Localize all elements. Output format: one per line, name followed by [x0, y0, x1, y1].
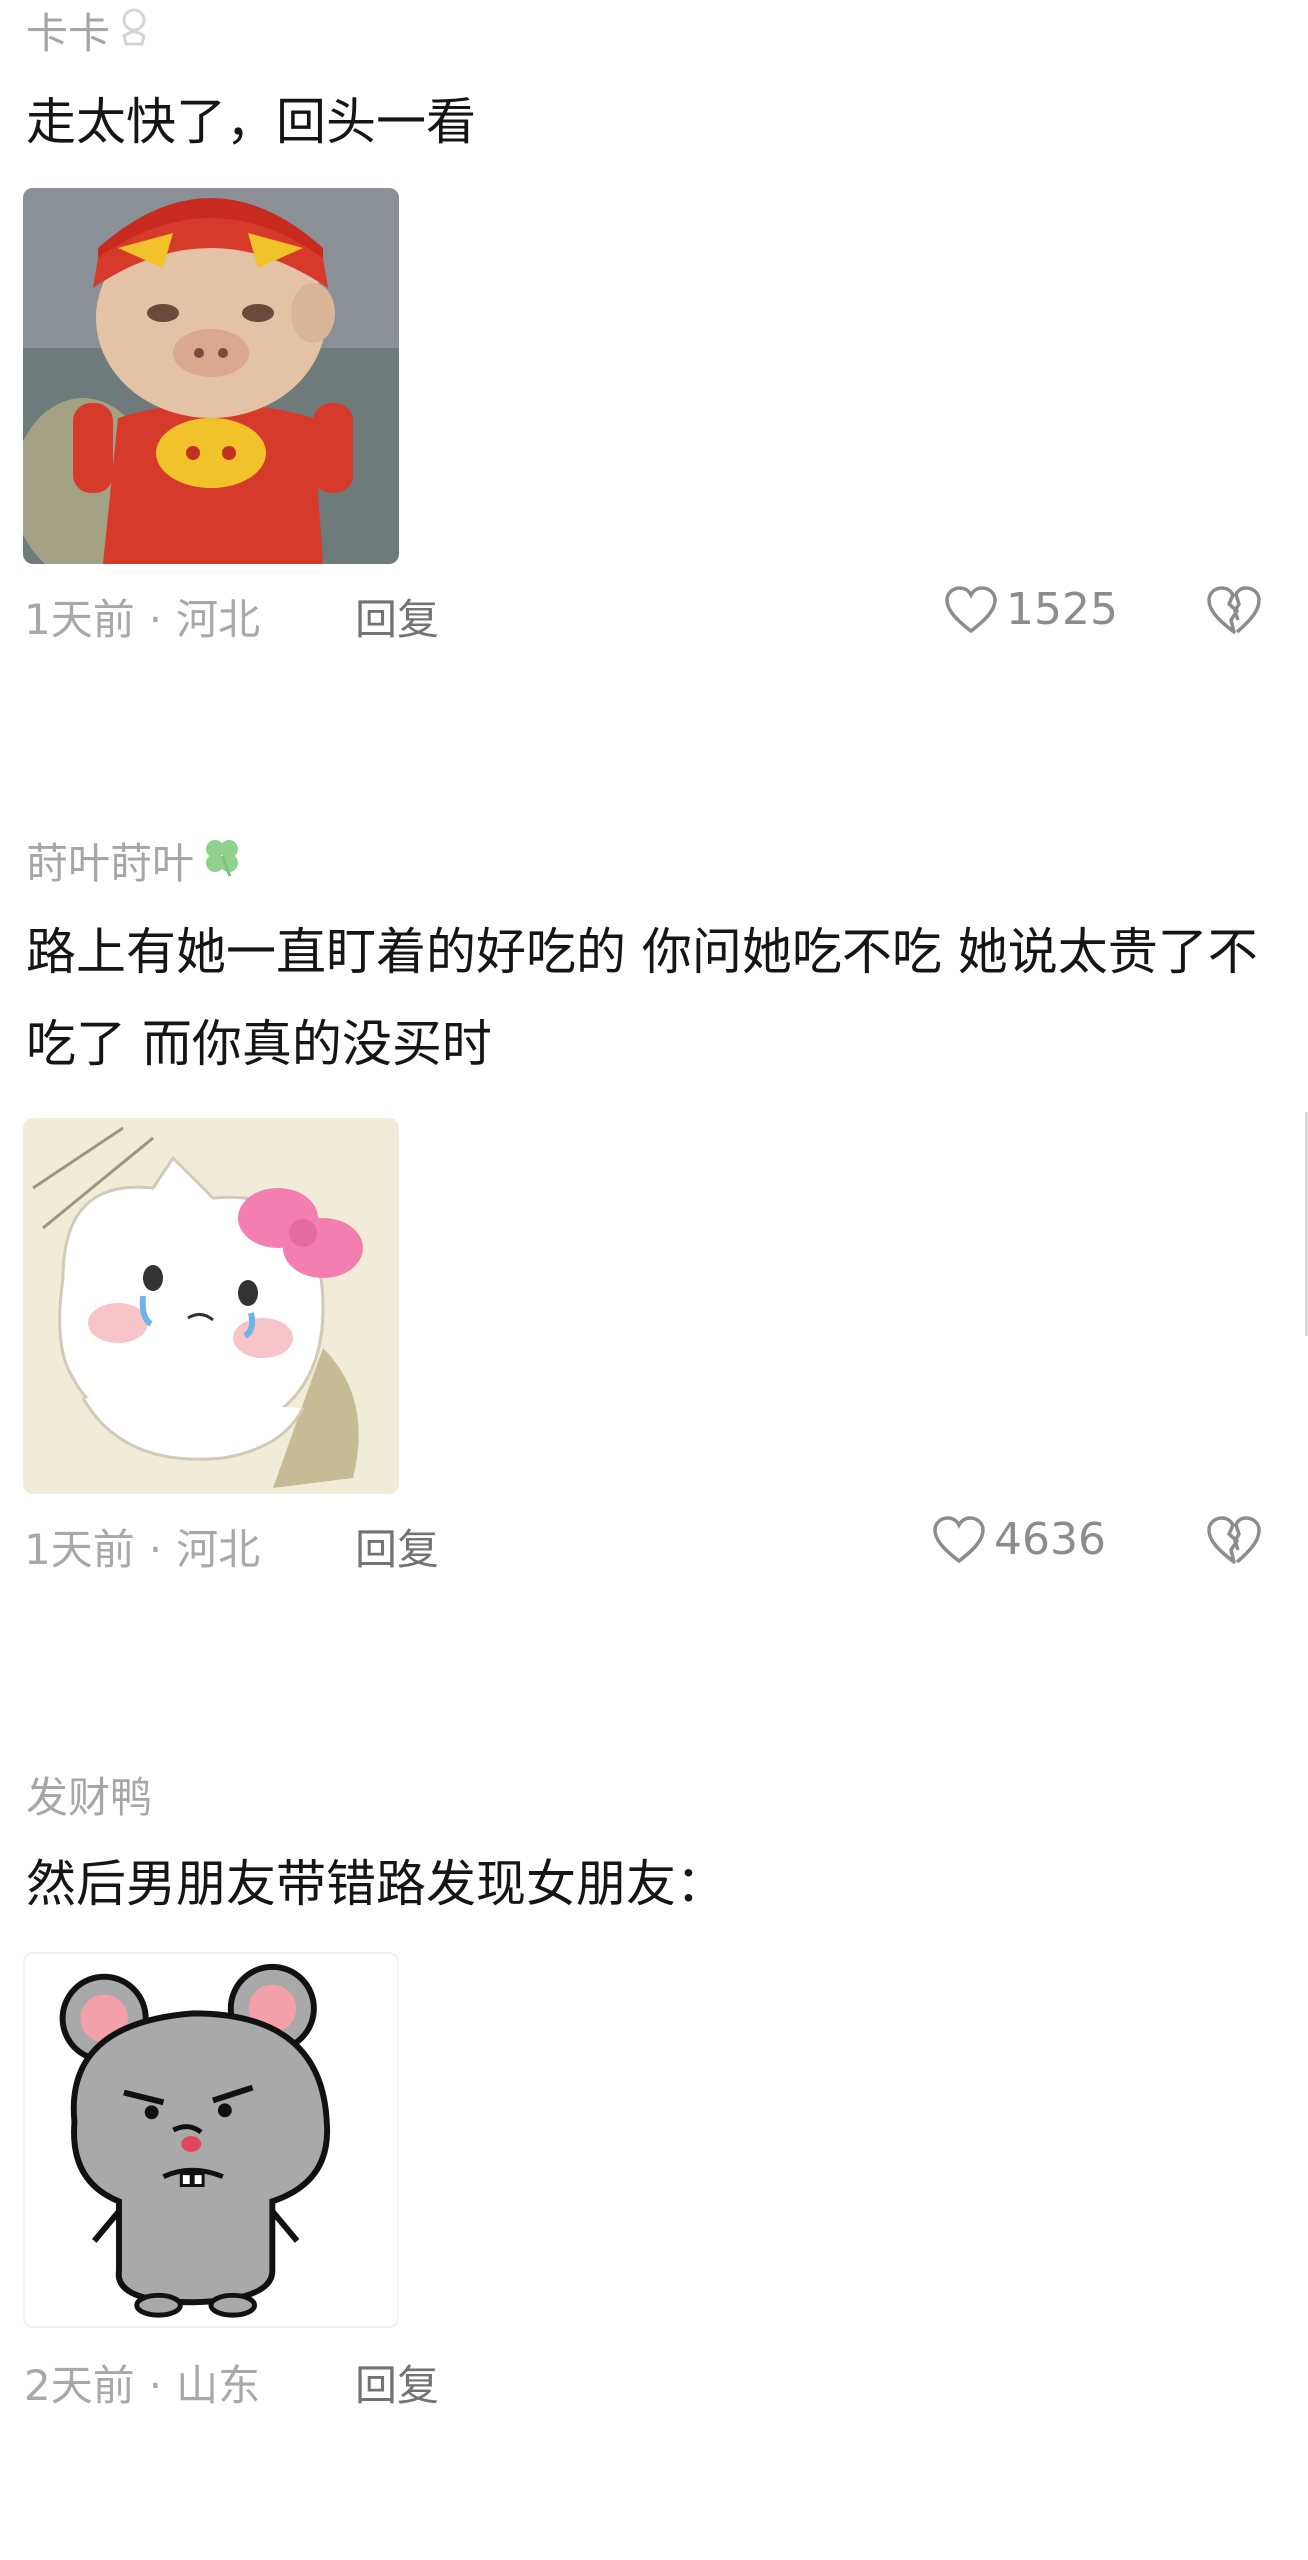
comment-image[interactable]: [23, 1118, 399, 1494]
angry-pig-cartoon-sticker-icon: [23, 188, 399, 564]
reply-button[interactable]: 回复: [355, 586, 439, 647]
broken-heart-icon: [1207, 586, 1261, 634]
comment-time: 2天前: [24, 2361, 135, 2410]
like-count: 4636: [994, 1514, 1106, 1565]
comment-text: 然后男朋友带错路发现女朋友：: [26, 1855, 726, 1913]
broken-heart-icon: [1207, 1516, 1261, 1564]
username[interactable]: 卡卡: [26, 0, 110, 61]
like-button[interactable]: 1525: [944, 584, 1118, 635]
comment-meta: 2天前 · 山东: [24, 2352, 260, 2413]
profile-badge-icon: [116, 6, 152, 56]
comment-meta: 1天前 · 河北: [24, 1516, 260, 1577]
meta-separator: ·: [148, 2361, 163, 2410]
comment-time: 1天前: [24, 595, 135, 644]
comment-text: 路上有她一直盯着的好吃的 你问她吃不吃 她说太贵了不吃了 而你真的没买时: [26, 923, 1258, 1073]
heart-icon: [933, 1515, 985, 1563]
heart-icon: [945, 585, 997, 633]
clover-icon: [200, 834, 244, 888]
like-button[interactable]: 4636: [932, 1514, 1106, 1565]
meta-separator: ·: [148, 1525, 163, 1574]
crying-white-cat-sticker-icon: [23, 1118, 399, 1494]
comment-image[interactable]: [23, 1952, 399, 2328]
username-row[interactable]: 卡卡: [26, 0, 152, 61]
username-row[interactable]: 发财鸭: [26, 1764, 152, 1825]
reply-button[interactable]: 回复: [355, 1516, 439, 1577]
reply-button[interactable]: 回复: [355, 2352, 439, 2413]
comment-time: 1天前: [24, 1525, 135, 1574]
comment-location: 河北: [176, 1525, 261, 1574]
dislike-button[interactable]: [1206, 1514, 1262, 1570]
meta-separator: ·: [148, 595, 163, 644]
comment-image[interactable]: [23, 188, 399, 564]
like-count: 1525: [1006, 584, 1118, 635]
comment-meta: 1天前 · 河北: [24, 586, 260, 647]
username[interactable]: 莳叶莳叶: [26, 830, 194, 891]
grumpy-gray-mouse-sticker-icon: [25, 1954, 397, 2326]
comment-location: 河北: [176, 595, 261, 644]
username-row[interactable]: 莳叶莳叶: [26, 830, 244, 891]
username[interactable]: 发财鸭: [26, 1764, 152, 1825]
dislike-button[interactable]: [1206, 584, 1262, 640]
comment-location: 山东: [176, 2361, 261, 2410]
comment-text: 走太快了，回头一看: [26, 93, 476, 151]
